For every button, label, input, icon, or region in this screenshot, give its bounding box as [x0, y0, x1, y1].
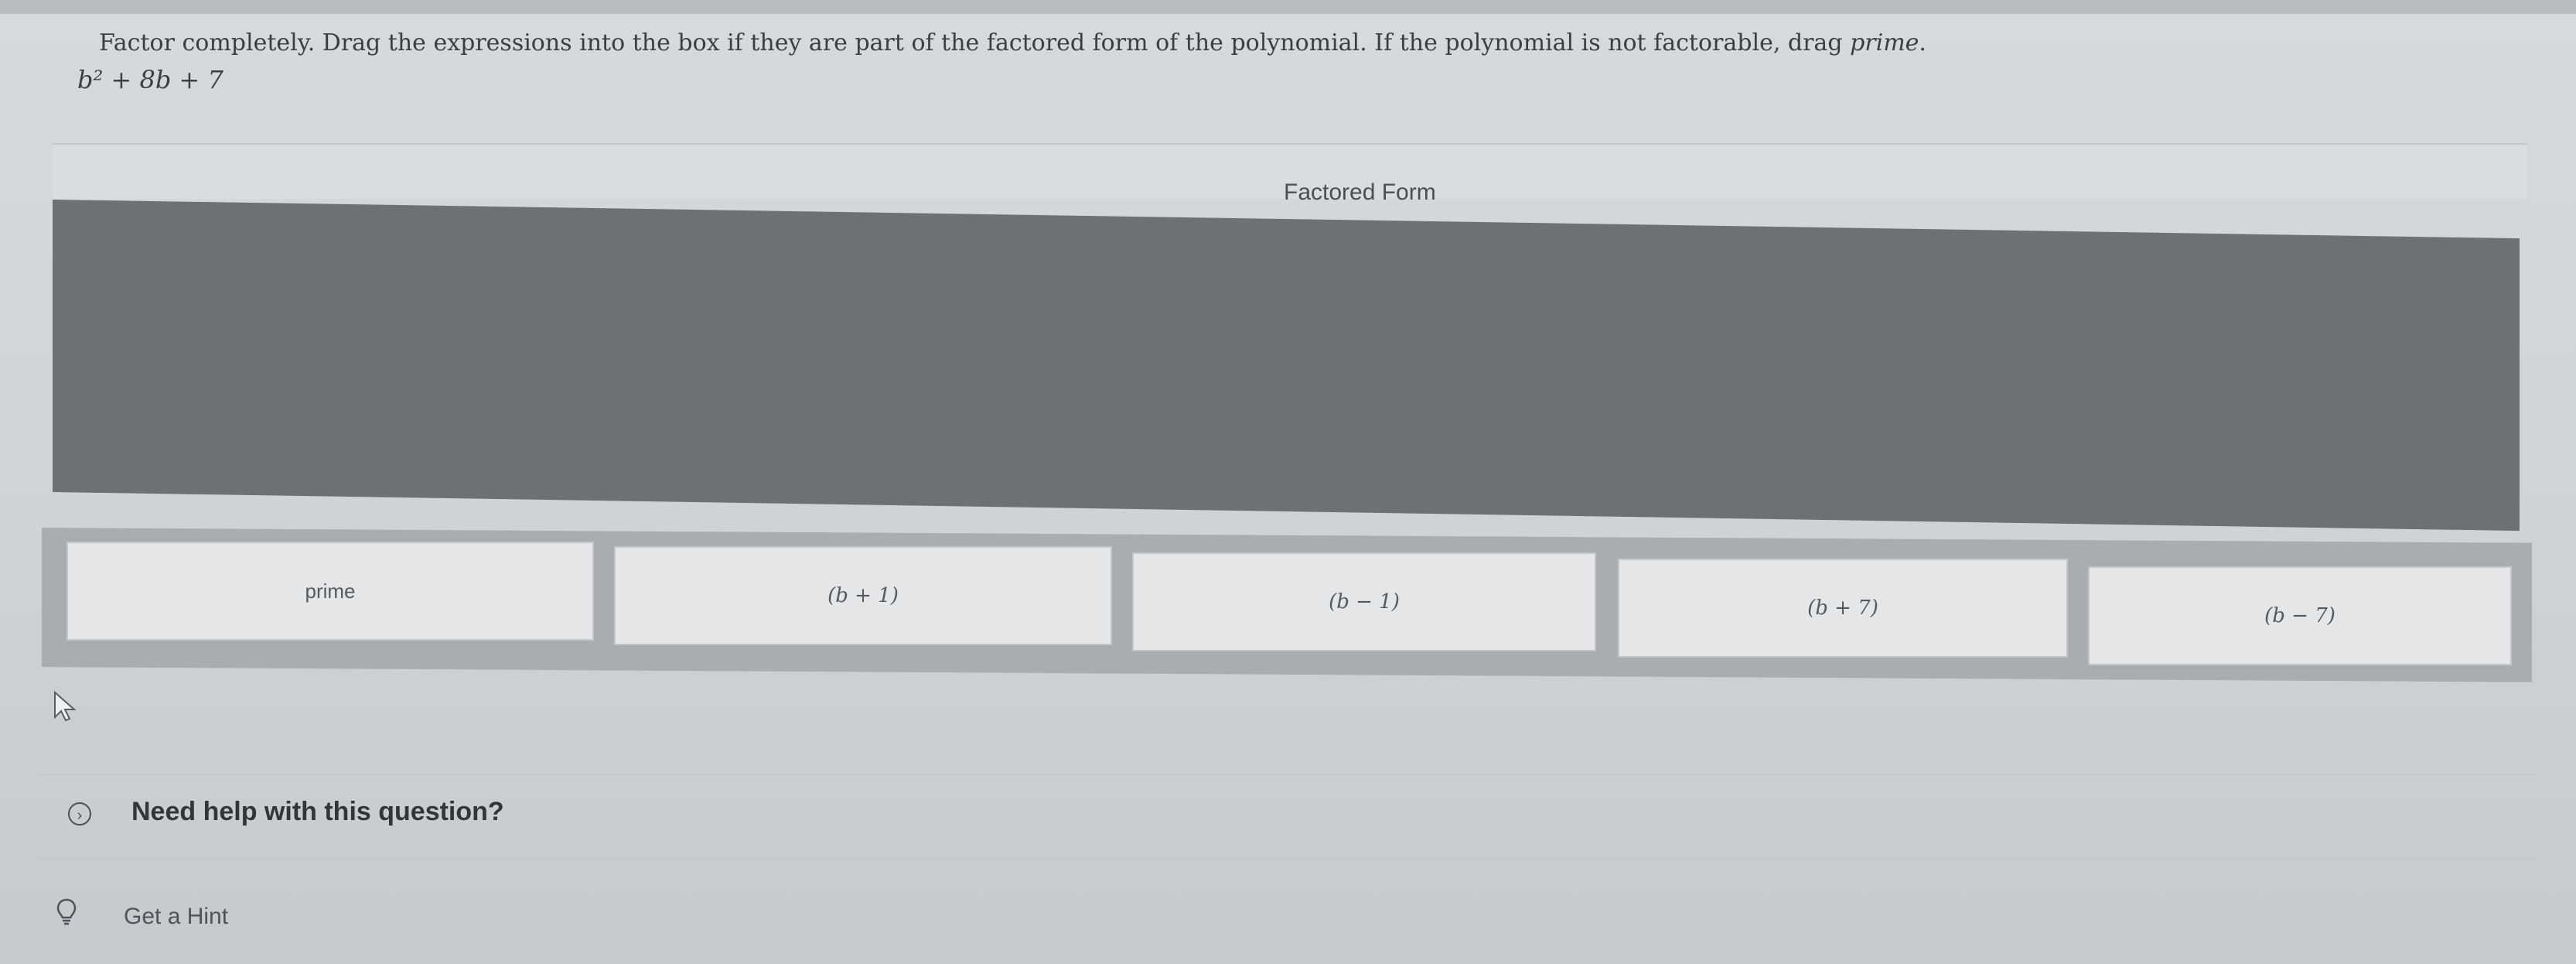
- answer-chip-b-minus-1[interactable]: (b − 1): [1132, 552, 1596, 651]
- answer-chip-prime[interactable]: prime: [67, 542, 594, 641]
- instruction-text: Factor completely. Drag the expressions …: [99, 29, 1851, 56]
- instruction-end: .: [1919, 29, 1926, 56]
- page: Factor completely. Drag the expressions …: [0, 0, 2576, 964]
- instruction-emphasis: prime: [1850, 29, 1919, 56]
- question-instructions: Factor completely. Drag the expressions …: [99, 29, 2458, 56]
- top-strip: [0, 0, 2576, 14]
- mouse-cursor-icon: [54, 691, 77, 722]
- polynomial-expression: b² + 8b + 7: [77, 65, 223, 94]
- factored-form-label: Factored Form: [1284, 179, 1436, 205]
- answer-chip-b-minus-7[interactable]: (b − 7): [2088, 566, 2512, 665]
- answer-chip-b-plus-7[interactable]: (b + 7): [1618, 559, 2068, 658]
- hint-row: [39, 859, 2537, 945]
- chevron-circle-icon[interactable]: ›: [68, 802, 91, 826]
- lightbulb-icon: [56, 898, 77, 925]
- get-hint-button[interactable]: Get a Hint: [124, 904, 228, 930]
- answer-chip-b-plus-1[interactable]: (b + 1): [614, 546, 1112, 645]
- need-help-toggle[interactable]: Need help with this question?: [131, 797, 504, 827]
- factored-form-drop-zone[interactable]: [53, 200, 2520, 532]
